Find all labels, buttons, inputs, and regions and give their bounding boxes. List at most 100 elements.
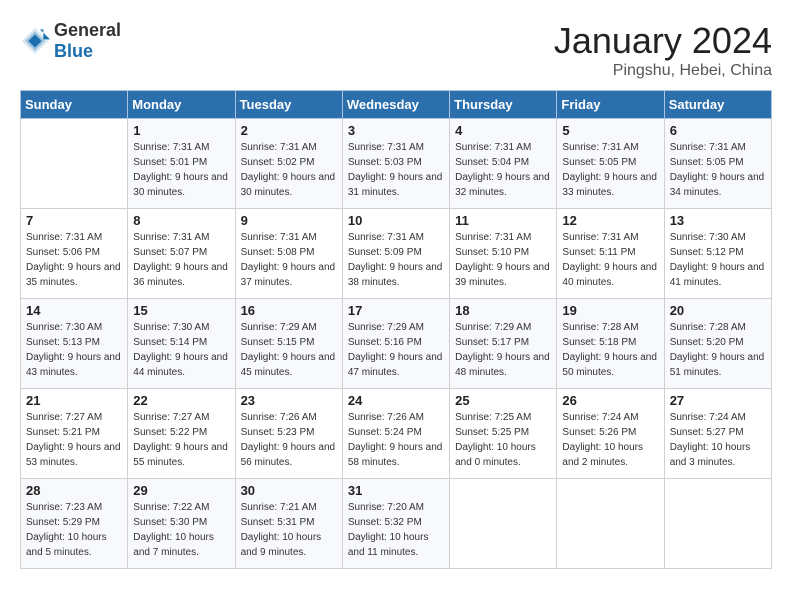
- day-number: 10: [348, 213, 444, 228]
- day-info: Sunrise: 7:29 AM Sunset: 5:16 PM Dayligh…: [348, 320, 444, 380]
- calendar-week-row: 1 Sunrise: 7:31 AM Sunset: 5:01 PM Dayli…: [21, 119, 772, 209]
- daylight-text: Daylight: 9 hours and 31 minutes.: [348, 170, 444, 200]
- column-header-tuesday: Tuesday: [235, 91, 342, 119]
- day-number: 16: [241, 303, 337, 318]
- day-info: Sunrise: 7:31 AM Sunset: 5:05 PM Dayligh…: [562, 140, 658, 200]
- day-info: Sunrise: 7:24 AM Sunset: 5:27 PM Dayligh…: [670, 410, 766, 470]
- daylight-text: Daylight: 9 hours and 38 minutes.: [348, 260, 444, 290]
- day-info: Sunrise: 7:20 AM Sunset: 5:32 PM Dayligh…: [348, 500, 444, 560]
- daylight-text: Daylight: 9 hours and 34 minutes.: [670, 170, 766, 200]
- calendar-cell: 26 Sunrise: 7:24 AM Sunset: 5:26 PM Dayl…: [557, 389, 664, 479]
- sunset-text: Sunset: 5:02 PM: [241, 155, 337, 170]
- day-number: 5: [562, 123, 658, 138]
- calendar-cell: [557, 479, 664, 569]
- sunset-text: Sunset: 5:07 PM: [133, 245, 229, 260]
- daylight-text: Daylight: 9 hours and 39 minutes.: [455, 260, 551, 290]
- sunrise-text: Sunrise: 7:31 AM: [455, 140, 551, 155]
- column-header-sunday: Sunday: [21, 91, 128, 119]
- logo-icon: [20, 26, 50, 56]
- sunset-text: Sunset: 5:05 PM: [562, 155, 658, 170]
- calendar-week-row: 14 Sunrise: 7:30 AM Sunset: 5:13 PM Dayl…: [21, 299, 772, 389]
- daylight-text: Daylight: 9 hours and 53 minutes.: [26, 440, 122, 470]
- day-info: Sunrise: 7:25 AM Sunset: 5:25 PM Dayligh…: [455, 410, 551, 470]
- sunrise-text: Sunrise: 7:31 AM: [133, 230, 229, 245]
- day-number: 25: [455, 393, 551, 408]
- calendar-cell: 24 Sunrise: 7:26 AM Sunset: 5:24 PM Dayl…: [342, 389, 449, 479]
- sunset-text: Sunset: 5:21 PM: [26, 425, 122, 440]
- day-info: Sunrise: 7:27 AM Sunset: 5:21 PM Dayligh…: [26, 410, 122, 470]
- calendar-cell: 29 Sunrise: 7:22 AM Sunset: 5:30 PM Dayl…: [128, 479, 235, 569]
- day-info: Sunrise: 7:31 AM Sunset: 5:04 PM Dayligh…: [455, 140, 551, 200]
- day-number: 19: [562, 303, 658, 318]
- calendar-cell: 30 Sunrise: 7:21 AM Sunset: 5:31 PM Dayl…: [235, 479, 342, 569]
- day-info: Sunrise: 7:26 AM Sunset: 5:24 PM Dayligh…: [348, 410, 444, 470]
- sunset-text: Sunset: 5:32 PM: [348, 515, 444, 530]
- sunset-text: Sunset: 5:22 PM: [133, 425, 229, 440]
- day-info: Sunrise: 7:31 AM Sunset: 5:11 PM Dayligh…: [562, 230, 658, 290]
- daylight-text: Daylight: 9 hours and 35 minutes.: [26, 260, 122, 290]
- sunrise-text: Sunrise: 7:24 AM: [562, 410, 658, 425]
- daylight-text: Daylight: 9 hours and 50 minutes.: [562, 350, 658, 380]
- sunset-text: Sunset: 5:20 PM: [670, 335, 766, 350]
- daylight-text: Daylight: 9 hours and 47 minutes.: [348, 350, 444, 380]
- sunset-text: Sunset: 5:27 PM: [670, 425, 766, 440]
- day-number: 28: [26, 483, 122, 498]
- sunrise-text: Sunrise: 7:31 AM: [670, 140, 766, 155]
- day-info: Sunrise: 7:21 AM Sunset: 5:31 PM Dayligh…: [241, 500, 337, 560]
- sunrise-text: Sunrise: 7:21 AM: [241, 500, 337, 515]
- sunrise-text: Sunrise: 7:20 AM: [348, 500, 444, 515]
- sunset-text: Sunset: 5:09 PM: [348, 245, 444, 260]
- daylight-text: Daylight: 9 hours and 33 minutes.: [562, 170, 658, 200]
- day-number: 15: [133, 303, 229, 318]
- day-number: 24: [348, 393, 444, 408]
- sunset-text: Sunset: 5:31 PM: [241, 515, 337, 530]
- calendar-cell: 18 Sunrise: 7:29 AM Sunset: 5:17 PM Dayl…: [450, 299, 557, 389]
- daylight-text: Daylight: 10 hours and 7 minutes.: [133, 530, 229, 560]
- day-info: Sunrise: 7:26 AM Sunset: 5:23 PM Dayligh…: [241, 410, 337, 470]
- sunrise-text: Sunrise: 7:31 AM: [562, 140, 658, 155]
- calendar-cell: 10 Sunrise: 7:31 AM Sunset: 5:09 PM Dayl…: [342, 209, 449, 299]
- sunrise-text: Sunrise: 7:27 AM: [133, 410, 229, 425]
- day-number: 21: [26, 393, 122, 408]
- day-number: 12: [562, 213, 658, 228]
- calendar-cell: 19 Sunrise: 7:28 AM Sunset: 5:18 PM Dayl…: [557, 299, 664, 389]
- sunset-text: Sunset: 5:06 PM: [26, 245, 122, 260]
- daylight-text: Daylight: 9 hours and 32 minutes.: [455, 170, 551, 200]
- day-info: Sunrise: 7:31 AM Sunset: 5:09 PM Dayligh…: [348, 230, 444, 290]
- day-info: Sunrise: 7:23 AM Sunset: 5:29 PM Dayligh…: [26, 500, 122, 560]
- calendar-cell: 17 Sunrise: 7:29 AM Sunset: 5:16 PM Dayl…: [342, 299, 449, 389]
- column-header-monday: Monday: [128, 91, 235, 119]
- sunset-text: Sunset: 5:15 PM: [241, 335, 337, 350]
- calendar-week-row: 21 Sunrise: 7:27 AM Sunset: 5:21 PM Dayl…: [21, 389, 772, 479]
- sunrise-text: Sunrise: 7:29 AM: [455, 320, 551, 335]
- day-number: 27: [670, 393, 766, 408]
- daylight-text: Daylight: 9 hours and 37 minutes.: [241, 260, 337, 290]
- calendar-cell: 31 Sunrise: 7:20 AM Sunset: 5:32 PM Dayl…: [342, 479, 449, 569]
- day-number: 20: [670, 303, 766, 318]
- day-number: 8: [133, 213, 229, 228]
- daylight-text: Daylight: 9 hours and 51 minutes.: [670, 350, 766, 380]
- day-number: 18: [455, 303, 551, 318]
- calendar-cell: 20 Sunrise: 7:28 AM Sunset: 5:20 PM Dayl…: [664, 299, 771, 389]
- calendar-cell: 23 Sunrise: 7:26 AM Sunset: 5:23 PM Dayl…: [235, 389, 342, 479]
- sunset-text: Sunset: 5:17 PM: [455, 335, 551, 350]
- day-number: 3: [348, 123, 444, 138]
- day-info: Sunrise: 7:28 AM Sunset: 5:20 PM Dayligh…: [670, 320, 766, 380]
- daylight-text: Daylight: 9 hours and 58 minutes.: [348, 440, 444, 470]
- daylight-text: Daylight: 10 hours and 3 minutes.: [670, 440, 766, 470]
- day-number: 30: [241, 483, 337, 498]
- day-number: 31: [348, 483, 444, 498]
- calendar-cell: 13 Sunrise: 7:30 AM Sunset: 5:12 PM Dayl…: [664, 209, 771, 299]
- calendar-cell: 4 Sunrise: 7:31 AM Sunset: 5:04 PM Dayli…: [450, 119, 557, 209]
- calendar-cell: 5 Sunrise: 7:31 AM Sunset: 5:05 PM Dayli…: [557, 119, 664, 209]
- day-number: 7: [26, 213, 122, 228]
- day-info: Sunrise: 7:28 AM Sunset: 5:18 PM Dayligh…: [562, 320, 658, 380]
- sunset-text: Sunset: 5:16 PM: [348, 335, 444, 350]
- sunset-text: Sunset: 5:12 PM: [670, 245, 766, 260]
- sunrise-text: Sunrise: 7:30 AM: [670, 230, 766, 245]
- sunrise-text: Sunrise: 7:31 AM: [26, 230, 122, 245]
- sunrise-text: Sunrise: 7:28 AM: [670, 320, 766, 335]
- sunset-text: Sunset: 5:13 PM: [26, 335, 122, 350]
- sunrise-text: Sunrise: 7:29 AM: [241, 320, 337, 335]
- day-number: 29: [133, 483, 229, 498]
